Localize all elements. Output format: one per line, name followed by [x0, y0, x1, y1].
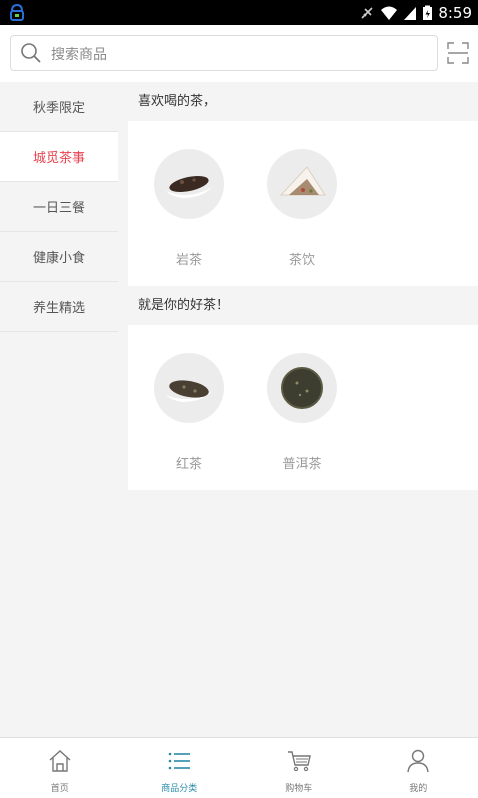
category-list-icon — [168, 752, 191, 770]
scan-icon[interactable] — [447, 42, 469, 64]
section-body: 红茶 普洱茶 — [128, 325, 478, 490]
category-content: 喜欢喝的茶， 岩茶 茶饮 就是你的好茶！ 红茶 普洱茶 — [128, 82, 478, 490]
bottom-tab-bar: 首页 商品分类 购物车 我的 — [0, 737, 478, 798]
airplane-mode-icon — [361, 6, 373, 19]
user-icon — [407, 749, 429, 773]
category-label: 岩茶 — [175, 253, 202, 268]
category-item-tea-drinks[interactable]: 茶饮 — [266, 149, 338, 268]
battery-icon — [423, 5, 433, 20]
sidebar-item-three-meals[interactable]: 一日三餐 — [0, 182, 118, 232]
category-item-puer-tea[interactable]: 普洱茶 — [266, 353, 338, 472]
sidebar-item-tea-affairs[interactable]: 城觅茶事 — [0, 132, 118, 182]
tab-label: 购物车 — [285, 784, 313, 794]
sidebar-item-autumn-limited[interactable]: 秋季限定 — [0, 82, 118, 132]
puer-tea-image — [267, 353, 337, 423]
section-title: 喜欢喝的茶， — [138, 94, 217, 109]
tab-home[interactable]: 首页 — [0, 738, 120, 798]
tab-label: 商品分类 — [161, 784, 198, 794]
status-time: 8:59 — [438, 3, 472, 22]
section-body: 岩茶 茶饮 — [128, 121, 478, 286]
search-placeholder: 搜索商品 — [51, 47, 107, 63]
category-label: 红茶 — [175, 457, 202, 472]
search-input[interactable]: 搜索商品 — [10, 35, 438, 71]
category-sidebar: 秋季限定 城觅茶事 一日三餐 健康小食 养生精选 — [0, 82, 118, 332]
category-label: 茶饮 — [288, 253, 315, 268]
section-title: 就是你的好茶！ — [138, 298, 230, 313]
home-icon — [49, 750, 71, 772]
cart-icon — [287, 751, 311, 772]
tab-label: 首页 — [50, 784, 69, 794]
tab-categories[interactable]: 商品分类 — [120, 738, 240, 798]
signal-icon — [404, 6, 417, 20]
rock-tea-image — [154, 149, 224, 219]
tab-label: 我的 — [409, 784, 428, 794]
sidebar-item-wellness-picks[interactable]: 养生精选 — [0, 282, 118, 332]
status-bar: 8:59 — [0, 0, 478, 25]
wifi-icon — [381, 6, 398, 20]
tab-me[interactable]: 我的 — [359, 738, 478, 798]
tea-drinks-image — [267, 149, 337, 219]
tab-cart[interactable]: 购物车 — [239, 738, 359, 798]
black-tea-image — [154, 353, 224, 423]
search-header: 搜索商品 — [0, 25, 478, 82]
category-item-black-tea[interactable]: 红茶 — [153, 353, 225, 472]
category-item-rock-tea[interactable]: 岩茶 — [153, 149, 225, 268]
search-icon — [21, 43, 41, 63]
app-notification-icon — [10, 3, 24, 21]
sidebar-item-healthy-snacks[interactable]: 健康小食 — [0, 232, 118, 282]
category-label: 普洱茶 — [282, 457, 322, 472]
